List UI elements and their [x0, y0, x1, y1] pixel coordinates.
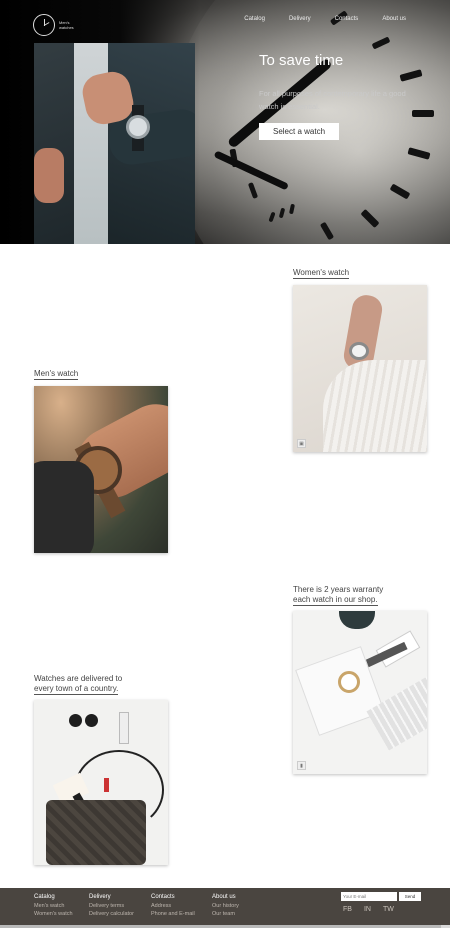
warranty-heading: There is 2 years warranty each watch in … — [293, 585, 384, 606]
footer-link[interactable]: Men's watch — [34, 902, 73, 910]
photo-sweater — [323, 360, 427, 452]
email-input[interactable] — [341, 892, 397, 901]
bookmark-icon: ▮ — [297, 761, 306, 770]
footer-link[interactable]: Women's watch — [34, 910, 73, 918]
delivery-image[interactable] — [34, 700, 168, 865]
hero-section: To save time For all purposes of contemp… — [0, 0, 450, 244]
hero-title: To save time — [259, 52, 344, 69]
mens-watch-label: Men's watch — [34, 369, 79, 380]
footer-link[interactable]: Delivery calculator — [89, 910, 134, 918]
delivery-line-2: every town of a country. — [34, 684, 119, 695]
social-links: FB IN TW — [343, 906, 394, 913]
photo-watch — [126, 115, 150, 139]
footer-link[interactable]: Address — [151, 902, 195, 910]
footer-col-catalog: Catalog Men's watch Women's watch — [34, 894, 73, 918]
photo-lipstick — [104, 778, 109, 792]
delivery-line-1: Watches are delivered to — [34, 674, 123, 683]
footer-col-about: About us Our history Our team — [212, 894, 239, 918]
warranty-image[interactable]: ▮ — [293, 611, 427, 774]
logo-text: Men's watches — [59, 20, 74, 30]
photo-bag — [46, 800, 146, 865]
photo-hand — [34, 148, 64, 203]
photo-perfume — [119, 712, 129, 744]
footer-col-contacts: Contacts Address Phone and E-mail — [151, 894, 195, 918]
mens-watch-image[interactable] — [34, 386, 168, 553]
nav-catalog[interactable]: Catalog — [244, 16, 265, 22]
clock-logo-icon — [33, 14, 55, 36]
footer-col-delivery: Delivery Delivery terms Delivery calcula… — [89, 894, 134, 918]
send-button[interactable]: Send — [399, 892, 421, 901]
hero-clock-background — [170, 0, 450, 244]
nav-contacts[interactable]: Contacts — [335, 16, 359, 22]
footer-link[interactable]: Phone and E-mail — [151, 910, 195, 918]
footer-link[interactable]: Our team — [212, 910, 239, 918]
nav-about-us[interactable]: About us — [382, 16, 406, 22]
footer-link[interactable]: Our history — [212, 902, 239, 910]
photo-sleeve — [34, 461, 94, 553]
photo-watch — [338, 671, 360, 693]
footer-heading[interactable]: Delivery — [89, 894, 134, 900]
image-badge-icon: ▣ — [297, 439, 306, 448]
nav-delivery[interactable]: Delivery — [289, 16, 311, 22]
warranty-line-2: each watch in our shop. — [293, 595, 378, 606]
twitter-link[interactable]: TW — [383, 906, 394, 913]
logo[interactable]: Men's watches — [33, 14, 81, 36]
warranty-line-1: There is 2 years warranty — [293, 585, 384, 594]
footer-heading[interactable]: About us — [212, 894, 239, 900]
photo-watch — [349, 342, 369, 360]
main-nav: Catalog Delivery Contacts About us — [244, 16, 406, 22]
footer-link[interactable]: Delivery terms — [89, 902, 134, 910]
womens-watch-image[interactable]: ▣ — [293, 285, 427, 452]
delivery-heading: Watches are delivered to every town of a… — [34, 674, 123, 695]
womens-watch-label: Women's watch — [293, 268, 350, 279]
photo-sunglasses — [69, 714, 99, 730]
facebook-link[interactable]: FB — [343, 906, 352, 913]
mens-watch-heading[interactable]: Men's watch — [34, 369, 79, 380]
hero-man-photo — [34, 43, 195, 244]
womens-watch-heading[interactable]: Women's watch — [293, 268, 350, 279]
instagram-link[interactable]: IN — [364, 906, 371, 913]
footer-heading[interactable]: Catalog — [34, 894, 73, 900]
footer-heading[interactable]: Contacts — [151, 894, 195, 900]
select-watch-button[interactable]: Select a watch — [259, 123, 339, 140]
hero-text: For all purposes of contemporary life a … — [259, 89, 406, 111]
clock-tick — [412, 110, 434, 117]
